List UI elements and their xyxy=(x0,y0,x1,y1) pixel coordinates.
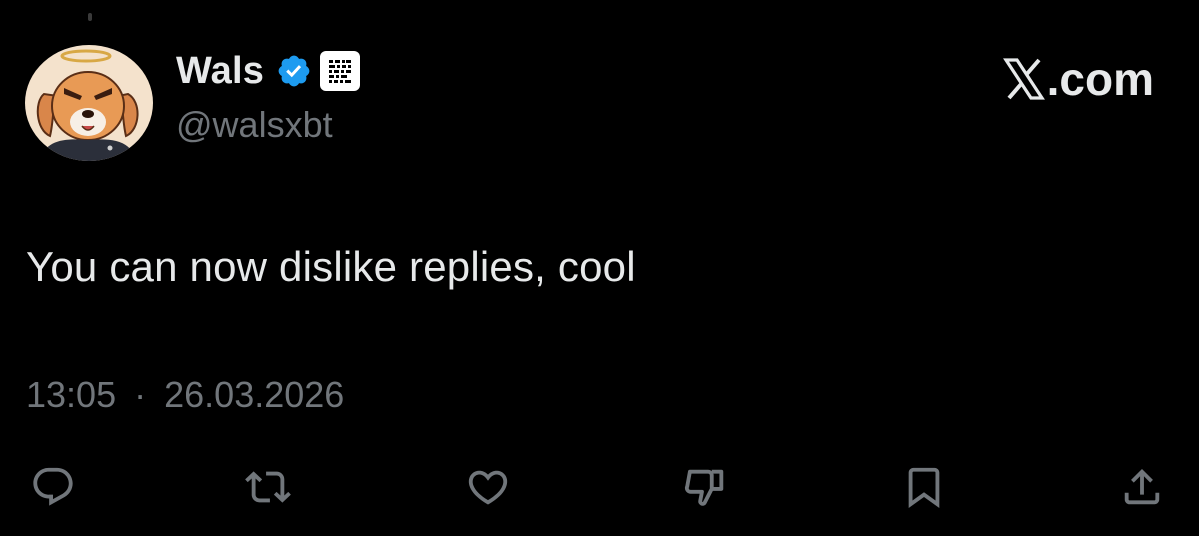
x-logo-icon xyxy=(1002,58,1045,100)
reply-button[interactable] xyxy=(28,462,78,512)
x-brand-label: .com xyxy=(1046,53,1154,105)
dislike-button[interactable] xyxy=(681,462,731,512)
x-brand: .com xyxy=(1002,53,1154,105)
thumbs-down-icon xyxy=(684,469,724,506)
bookmark-icon xyxy=(908,467,940,508)
share-button[interactable] xyxy=(1117,462,1167,512)
tweet-text: You can now dislike replies, cool xyxy=(26,243,636,290)
share-icon xyxy=(1124,468,1160,505)
heart-icon xyxy=(468,470,508,505)
reply-icon xyxy=(33,467,73,506)
avatar-image xyxy=(25,45,153,161)
author-name-row: Wals xyxy=(176,48,361,94)
tweet-date[interactable]: 26.03.2026 xyxy=(164,374,344,415)
tweet-card: Wals @walsxbt .com You can now dislike r… xyxy=(0,0,1199,536)
avatar[interactable] xyxy=(24,44,154,162)
author-display-name[interactable]: Wals xyxy=(176,50,264,93)
author-handle[interactable]: @walsxbt xyxy=(176,104,333,146)
verified-badge-icon xyxy=(276,53,312,89)
bookmark-button[interactable] xyxy=(899,462,949,512)
tweet-meta: 13:05 · 26.03.2026 xyxy=(26,374,344,416)
tweet-time[interactable]: 13:05 xyxy=(26,374,116,415)
retweet-button[interactable] xyxy=(243,462,293,512)
retweet-icon xyxy=(245,471,291,503)
meta-separator: · xyxy=(134,374,147,415)
top-indicator xyxy=(88,13,92,21)
action-bar xyxy=(0,462,1199,512)
affiliate-qr-badge-icon[interactable] xyxy=(320,51,361,91)
like-button[interactable] xyxy=(463,462,513,512)
